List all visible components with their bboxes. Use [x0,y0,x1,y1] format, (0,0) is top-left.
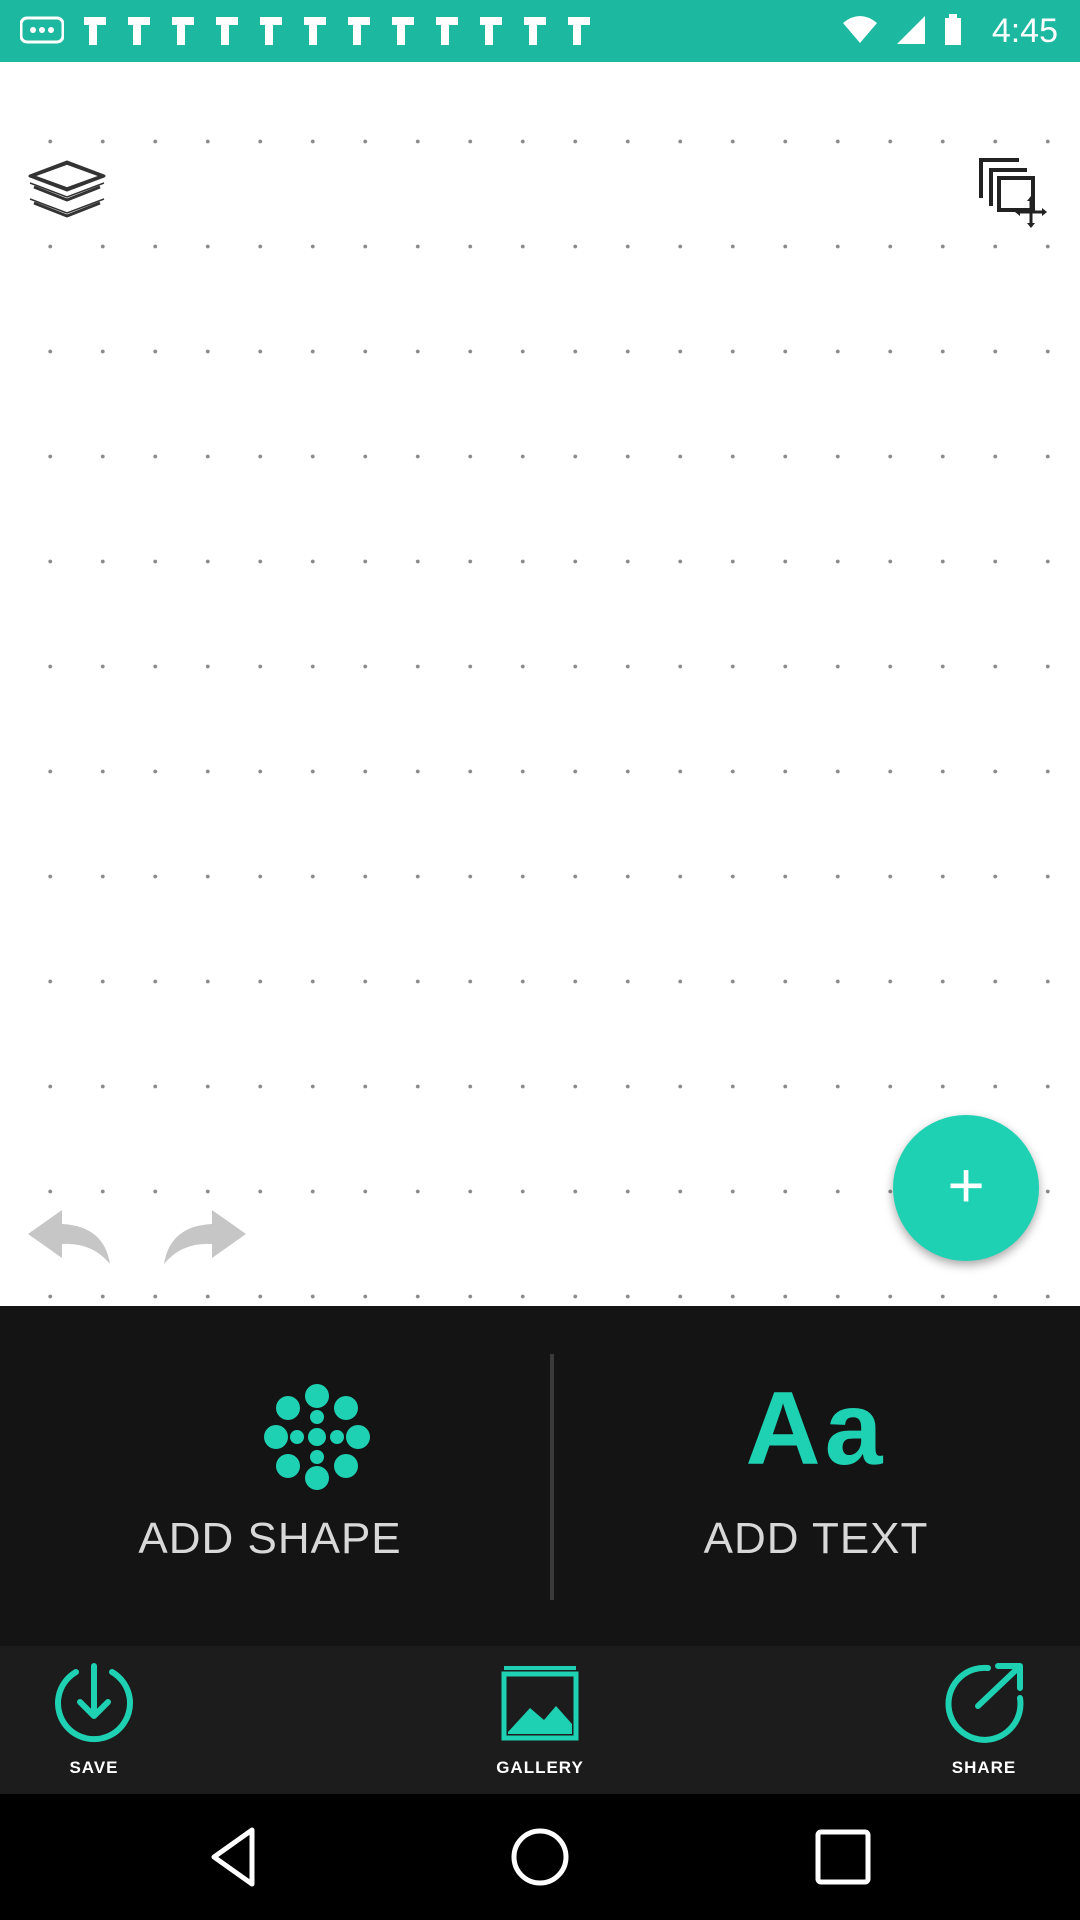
status-time: 4:45 [991,12,1058,50]
plus-icon: + [947,1149,985,1221]
notification-icon [478,13,504,52]
add-shape-button[interactable]: ADD SHAPE [0,1306,540,1646]
undo-icon[interactable] [26,1204,112,1270]
gallery-button[interactable]: GALLERY [470,1646,610,1794]
share-arrow-icon [945,1663,1024,1743]
more-icon [19,16,65,49]
add-text-button[interactable]: Aa ADD TEXT [552,1306,1080,1646]
save-label: SAVE [69,1758,119,1777]
share-label: SHARE [951,1758,1017,1777]
share-button[interactable]: SHARE [914,1646,1054,1794]
system-nav-bar [0,1794,1080,1920]
shape-flower-icon [262,1382,372,1492]
wifi-icon [842,15,878,50]
notification-icon [126,13,152,52]
add-shape-label: ADD SHAPE [138,1514,402,1563]
drawing-canvas[interactable]: + [0,62,1080,1306]
battery-icon [944,14,962,51]
back-icon[interactable] [200,1822,270,1892]
add-fab-button[interactable]: + [893,1115,1039,1261]
notification-icon [522,13,548,52]
notification-icon [214,13,240,52]
save-button[interactable]: SAVE [24,1646,164,1794]
status-bar: 4:45 [0,0,1080,62]
text-aa-icon: Aa [745,1371,887,1487]
redo-icon[interactable] [162,1204,248,1270]
notification-icon [302,13,328,52]
home-icon[interactable] [505,1822,575,1892]
bottom-toolbar: SAVE GALLERY SHARE [0,1646,1080,1794]
notification-icon [566,13,592,52]
signal-icon [896,15,926,50]
notification-icon [346,13,372,52]
image-icon [501,1666,579,1741]
download-icon [55,1663,133,1743]
notification-icon [434,13,460,52]
recent-apps-icon[interactable] [808,1822,878,1892]
layers-icon[interactable] [24,158,110,228]
notification-icon [390,13,416,52]
notification-icon [170,13,196,52]
status-left-icons [19,13,610,52]
notification-icon [258,13,284,52]
notification-icon [82,13,108,52]
add-text-label: ADD TEXT [703,1514,929,1563]
move-layers-icon[interactable] [975,154,1051,230]
status-right-icons [824,14,962,51]
add-panel: ADD SHAPE Aa ADD TEXT [0,1306,1080,1646]
gallery-label: GALLERY [496,1758,584,1777]
